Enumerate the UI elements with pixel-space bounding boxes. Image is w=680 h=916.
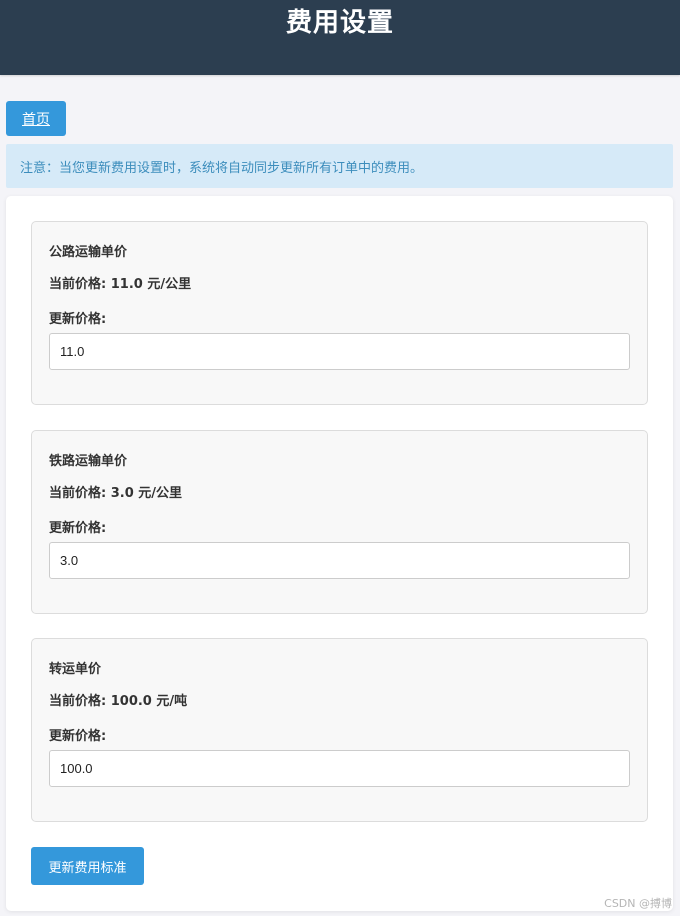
page-header: 费用设置 [0,0,680,75]
update-price-label: 更新价格: [49,521,107,536]
watermark-text: CSDN @搏博 [604,897,672,910]
notice-text: 注意：当您更新费用设置时，系统将自动同步更新所有订单中的费用。 [20,160,424,176]
update-price-label: 更新价格: [49,729,107,744]
current-price-text: 当前价格: 11.0 元/公里 [49,277,192,292]
fee-card-title: 转运单价 [49,662,102,677]
fee-card-road: 公路运输单价 当前价格: 11.0 元/公里 更新价格: [31,221,648,405]
fee-card-title: 铁路运输单价 [49,454,128,469]
fee-card-title: 公路运输单价 [49,245,128,260]
current-price-text: 当前价格: 100.0 元/吨 [49,694,188,709]
notice-banner: 注意：当您更新费用设置时，系统将自动同步更新所有订单中的费用。 [6,144,673,188]
fee-card-rail: 铁路运输单价 当前价格: 3.0 元/公里 更新价格: [31,430,648,614]
page-title: 费用设置 [285,8,394,38]
road-price-input[interactable] [49,333,630,370]
fee-card-transfer: 转运单价 当前价格: 100.0 元/吨 更新价格: [31,638,648,822]
current-price-text: 当前价格: 3.0 元/公里 [49,486,183,501]
transfer-price-input[interactable] [49,750,630,787]
update-fees-button[interactable]: 更新费用标准 [31,847,144,885]
rail-price-input[interactable] [49,542,630,579]
home-button[interactable]: 首页 [6,101,66,136]
fee-settings-panel: 公路运输单价 当前价格: 11.0 元/公里 更新价格: 铁路运输单价 当前价格… [6,196,673,911]
update-price-label: 更新价格: [49,312,107,327]
